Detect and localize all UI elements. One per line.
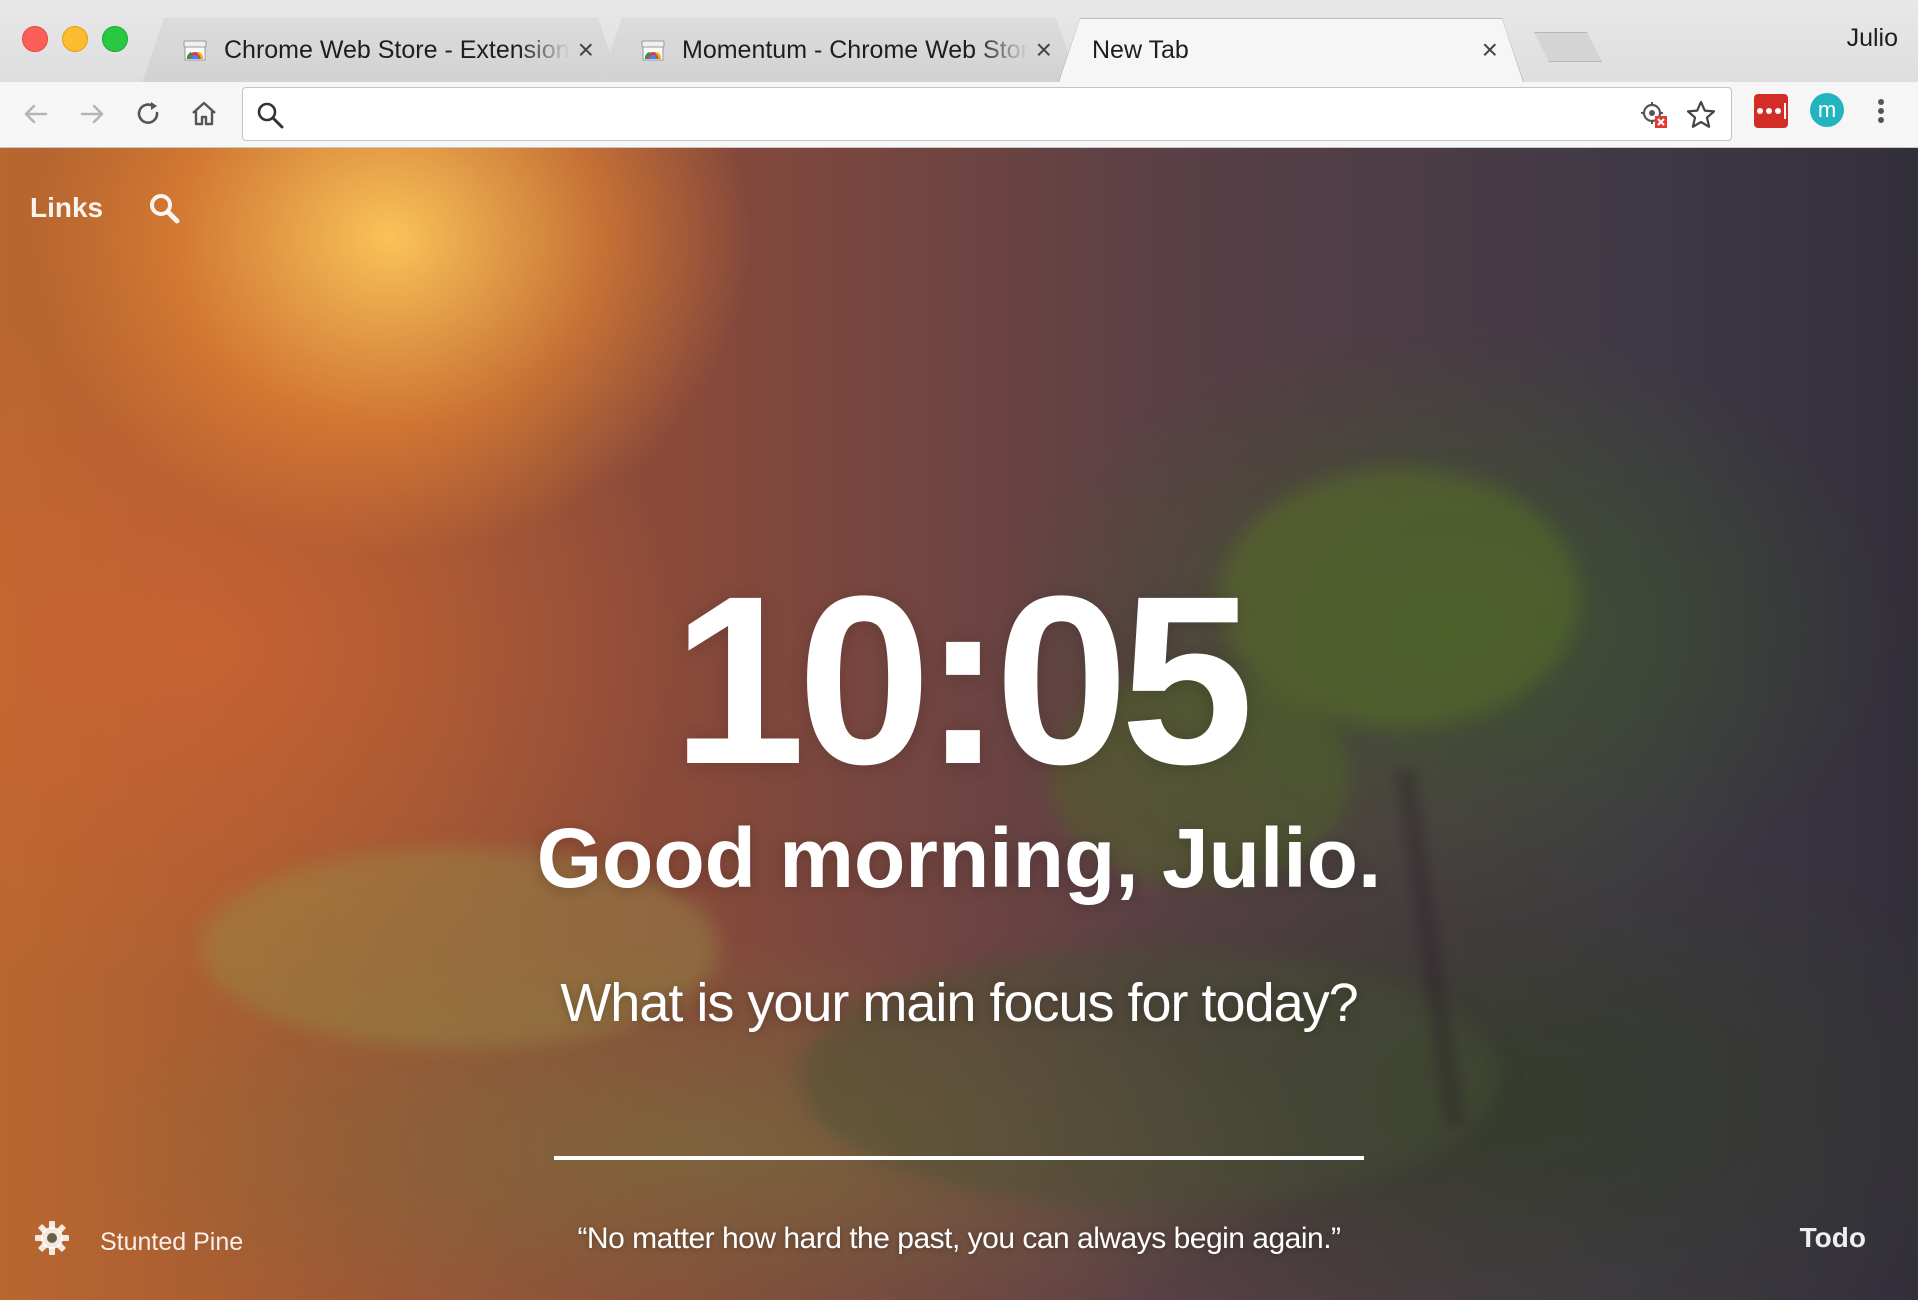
search-icon[interactable] — [148, 192, 180, 224]
links-button[interactable]: Links — [30, 192, 103, 224]
reload-button[interactable] — [126, 92, 170, 136]
todo-button[interactable]: Todo — [1800, 1222, 1866, 1254]
tab-momentum-chrome-web-store[interactable]: Momentum - Chrome Web Store × — [600, 18, 1078, 82]
tab-close-icon[interactable]: × — [1036, 36, 1052, 64]
tab-chrome-web-store-extensions[interactable]: Chrome Web Store - Extensions × — [142, 18, 620, 82]
arrow-left-icon — [24, 104, 48, 124]
profile-name[interactable]: Julio — [1847, 24, 1898, 53]
home-button[interactable] — [182, 92, 226, 136]
zoom-window-button[interactable] — [102, 26, 128, 52]
reload-icon — [137, 102, 159, 124]
tab-new-tab[interactable]: New Tab × — [1058, 18, 1524, 82]
browser-toolbar: m — [0, 82, 1918, 148]
tab-label: Chrome Web Store - Extensions — [224, 35, 570, 64]
tab-label: Momentum - Chrome Web Store — [682, 35, 1028, 64]
address-bar[interactable] — [242, 87, 1732, 141]
window-titlebar: Chrome Web Store - Extensions × Momentum… — [0, 0, 1918, 82]
focus-input[interactable] — [554, 1100, 1364, 1160]
daily-quote: “No matter how hard the past, you can al… — [577, 1222, 1341, 1255]
lastpass-icon[interactable] — [1754, 94, 1788, 128]
chrome-menu-icon[interactable] — [1866, 94, 1896, 128]
home-icon — [192, 101, 216, 126]
back-button[interactable] — [14, 92, 58, 136]
minimize-window-button[interactable] — [62, 26, 88, 52]
location-blocked-icon[interactable] — [1639, 100, 1669, 130]
new-tab-button[interactable] — [1534, 32, 1602, 62]
close-window-button[interactable] — [22, 26, 48, 52]
address-input[interactable] — [297, 96, 1597, 134]
chrome-web-store-icon — [182, 37, 208, 63]
forward-button[interactable] — [70, 92, 114, 136]
clock: 10:05 — [672, 546, 1254, 814]
momentum-dashboard: Links 10:05 Good morning, Julio. What is… — [0, 148, 1918, 1300]
momentum-icon[interactable]: m — [1810, 93, 1844, 127]
chrome-web-store-icon — [640, 37, 666, 63]
focus-prompt: What is your main focus for today? — [560, 973, 1358, 1033]
greeting: Good morning, Julio. — [536, 811, 1382, 905]
bookmark-star-icon[interactable] — [1685, 99, 1717, 131]
tab-close-icon[interactable]: × — [1482, 36, 1498, 64]
arrow-right-icon — [80, 104, 104, 124]
tab-label: New Tab — [1092, 35, 1189, 64]
tab-close-icon[interactable]: × — [578, 36, 594, 64]
search-icon — [257, 102, 284, 129]
